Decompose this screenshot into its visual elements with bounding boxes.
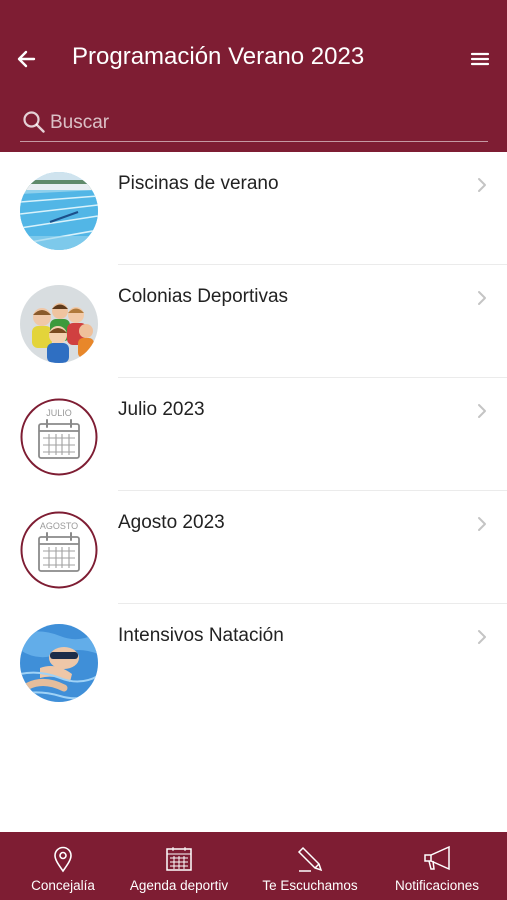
- swimmer-photo: [20, 624, 98, 702]
- tab-concejalia[interactable]: Concejalía: [0, 832, 126, 900]
- chevron-right-icon: [475, 515, 489, 533]
- calendar-caption: JULIO: [46, 408, 72, 418]
- list-item-intensivos[interactable]: Intensivos Natación: [0, 604, 507, 717]
- calendar-caption: AGOSTO: [40, 521, 78, 531]
- calendar-icon: [164, 844, 194, 874]
- hamburger-menu-icon[interactable]: [469, 48, 491, 70]
- chevron-right-icon: [475, 176, 489, 194]
- calendar-icon: JULIO: [20, 398, 98, 476]
- search-input[interactable]: [50, 108, 480, 138]
- list-item-label: Agosto 2023: [118, 512, 225, 533]
- list-item-colonias[interactable]: Colonias Deportivas: [0, 265, 507, 378]
- list-item-julio[interactable]: JULIO Julio 2023: [0, 378, 507, 491]
- list-item-label: Julio 2023: [118, 399, 205, 420]
- calendar-icon: AGOSTO: [20, 511, 98, 589]
- children-group-photo: [20, 285, 98, 363]
- tab-label: Notificaciones: [394, 878, 480, 893]
- pencil-icon: [295, 844, 325, 874]
- back-arrow-icon[interactable]: [14, 46, 40, 72]
- tab-bar: Concejalía Agenda deportiv Te Escuchamos…: [0, 832, 507, 900]
- list-item-label: Intensivos Natación: [118, 625, 284, 646]
- tab-label: Agenda deportiv: [129, 878, 229, 893]
- tab-label: Concejalía: [31, 878, 95, 893]
- tab-notificaciones[interactable]: Notificaciones: [373, 832, 501, 900]
- search-icon: [22, 110, 46, 134]
- chevron-right-icon: [475, 628, 489, 646]
- program-list: Piscinas de verano Colonias Deportivas J…: [0, 152, 507, 717]
- search-bar[interactable]: [20, 106, 488, 142]
- megaphone-icon: [422, 844, 452, 874]
- list-item-piscinas[interactable]: Piscinas de verano: [0, 152, 507, 265]
- list-item-label: Piscinas de verano: [118, 173, 279, 194]
- chevron-right-icon: [475, 402, 489, 420]
- app-header: Programación Verano 2023: [0, 0, 507, 152]
- tab-label: Te Escuchamos: [262, 878, 358, 893]
- tab-te-escuchamos[interactable]: Te Escuchamos: [247, 832, 373, 900]
- list-item-label: Colonias Deportivas: [118, 286, 289, 307]
- list-item-agosto[interactable]: AGOSTO Agosto 2023: [0, 491, 507, 604]
- chevron-right-icon: [475, 289, 489, 307]
- tab-agenda[interactable]: Agenda deportiv: [115, 832, 243, 900]
- swimming-pool-photo: [20, 172, 98, 250]
- page-title: Programación Verano 2023: [72, 43, 365, 70]
- location-pin-icon: [48, 844, 78, 874]
